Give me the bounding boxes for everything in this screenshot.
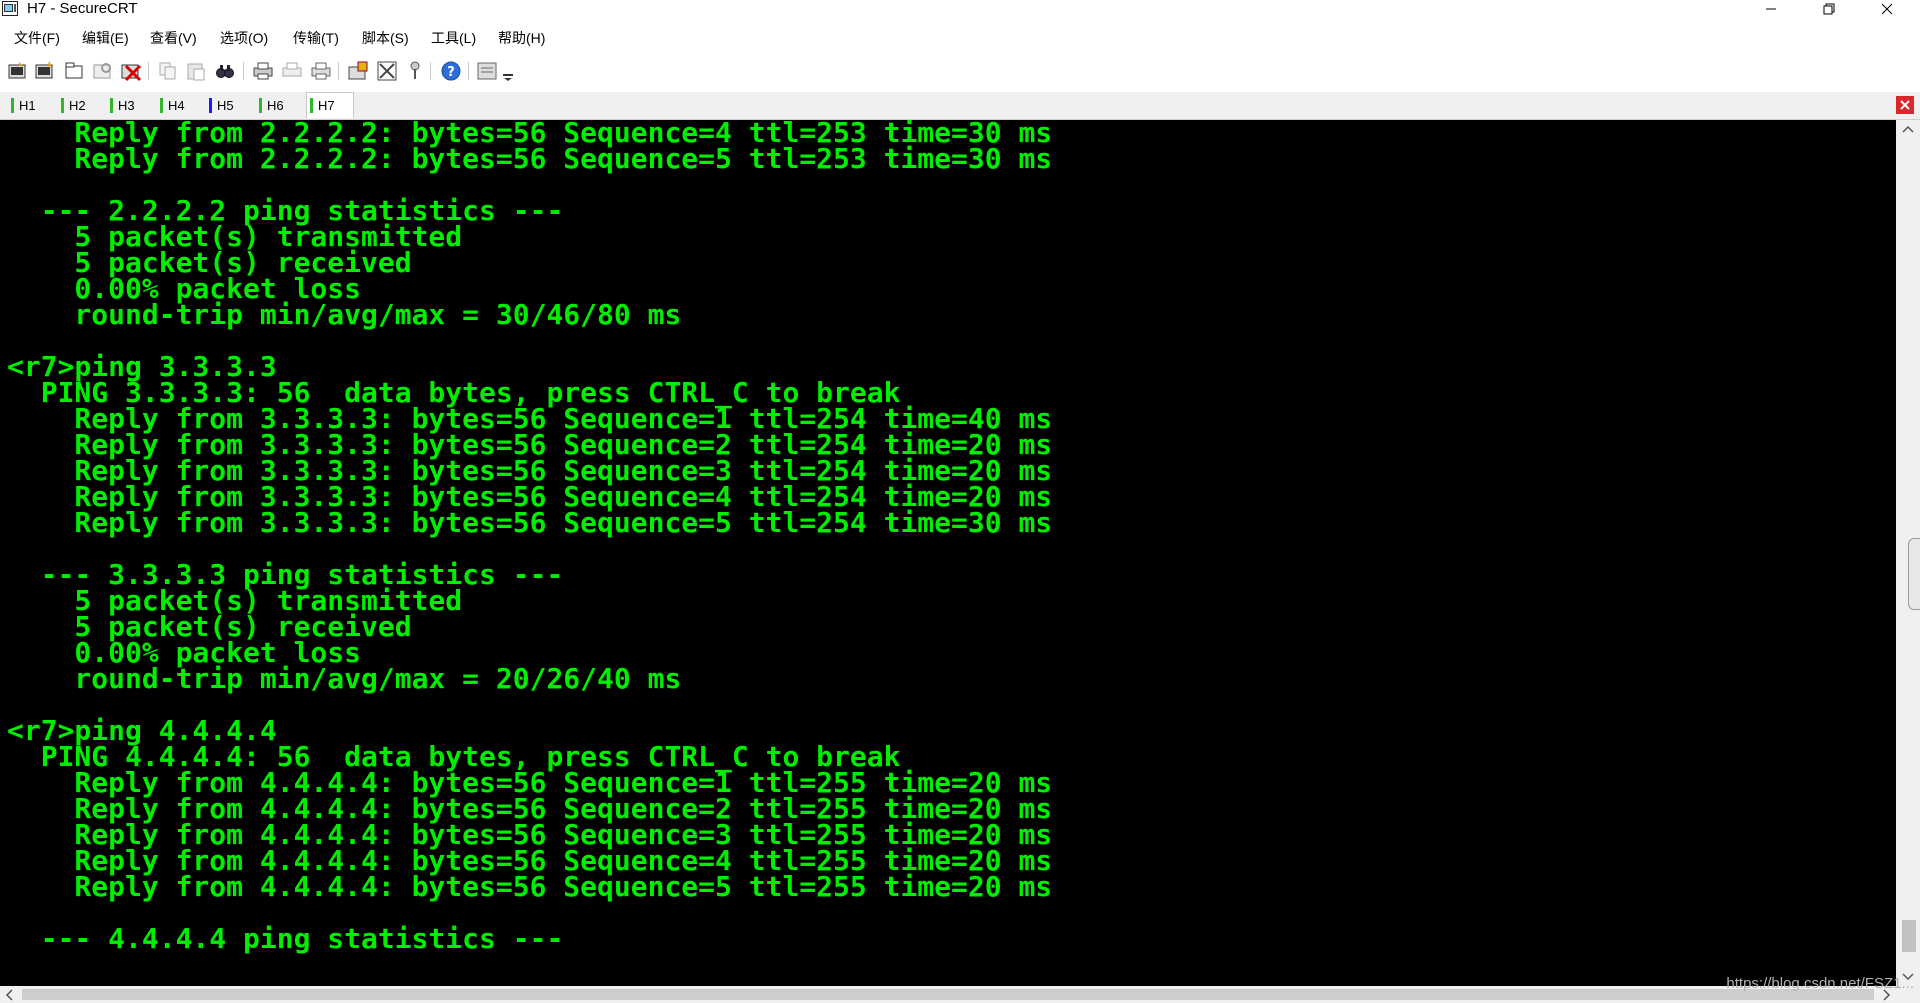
tab-h2[interactable]: H2 <box>58 94 100 116</box>
terminal-output[interactable]: Reply from 2.2.2.2: bytes=56 Sequence=4 … <box>0 120 1896 986</box>
menu-options[interactable]: 选项(O) <box>220 28 268 48</box>
tab-status-indicator <box>259 97 262 113</box>
horizontal-scroll-thumb[interactable] <box>22 989 1874 1000</box>
title-bar: H7 - SecureCRT <box>0 0 1920 18</box>
menu-view[interactable]: 查看(V) <box>150 28 197 48</box>
toolbar-separator <box>338 62 339 80</box>
menu-script[interactable]: 脚本(S) <box>362 28 409 48</box>
find-icon[interactable] <box>214 60 236 82</box>
tab-label: H2 <box>69 97 86 113</box>
vertical-scrollbar[interactable] <box>1896 120 1920 986</box>
minimize-button[interactable] <box>1748 0 1794 18</box>
securecrt-app-icon <box>2 1 18 16</box>
tab-h4[interactable]: H4 <box>157 94 199 116</box>
print-selection-icon[interactable] <box>281 60 303 82</box>
connect-in-tab-icon[interactable] <box>63 60 85 82</box>
close-tab-button[interactable] <box>1896 96 1914 114</box>
disconnect-icon[interactable] <box>120 60 142 82</box>
menu-file[interactable]: 文件(F) <box>14 28 60 48</box>
svg-text:?: ? <box>447 65 455 80</box>
menu-edit[interactable]: 编辑(E) <box>82 28 129 48</box>
terminal-line: --- 4.4.4.4 ping statistics --- <box>7 922 564 955</box>
tab-label: H5 <box>217 97 234 113</box>
terminal-line: Reply from 2.2.2.2: bytes=56 Sequence=5 … <box>7 142 1053 175</box>
scroll-marker-handle[interactable] <box>1908 538 1920 610</box>
terminal-line: Reply from 3.3.3.3: bytes=56 Sequence=5 … <box>7 506 1053 539</box>
toolbar-overflow-icon[interactable] <box>502 60 514 82</box>
global-options-icon[interactable] <box>376 60 398 82</box>
menu-help[interactable]: 帮助(H) <box>498 28 545 48</box>
close-window-button[interactable] <box>1864 0 1910 18</box>
toolbar-separator <box>468 62 469 80</box>
tab-h5[interactable]: H5 <box>206 94 248 116</box>
tab-label: H7 <box>318 98 335 113</box>
terminal-line: round-trip min/avg/max = 20/26/40 ms <box>7 662 682 695</box>
horizontal-scrollbar[interactable] <box>0 986 1896 1003</box>
tab-h3[interactable]: H3 <box>107 94 149 116</box>
sftp-icon[interactable] <box>476 60 498 82</box>
tab-status-indicator <box>310 98 313 113</box>
vertical-scroll-thumb[interactable] <box>1902 920 1916 952</box>
help-icon[interactable]: ? <box>440 60 462 82</box>
tab-label: H6 <box>267 97 284 113</box>
menu-bar: 文件(F) 编辑(E) 查看(V) 选项(O) 传输(T) 脚本(S) 工具(L… <box>0 26 1920 52</box>
tab-status-indicator <box>11 97 14 113</box>
copy-icon[interactable] <box>157 60 179 82</box>
paste-icon[interactable] <box>185 60 207 82</box>
menu-transfer[interactable]: 传输(T) <box>293 28 339 48</box>
quick-connect-icon[interactable] <box>34 60 56 82</box>
window-title: H7 - SecureCRT <box>27 0 138 17</box>
tab-label: H4 <box>168 97 185 113</box>
print-screen-icon[interactable] <box>310 60 332 82</box>
tab-label: H1 <box>19 97 36 113</box>
tab-h1[interactable]: H1 <box>8 94 50 116</box>
toolbar: ? <box>0 58 1920 86</box>
restore-button[interactable] <box>1806 0 1852 18</box>
toolbar-separator <box>243 62 244 80</box>
toolbar-separator <box>430 62 431 80</box>
tab-status-indicator <box>61 97 64 113</box>
scroll-left-arrow-icon[interactable] <box>0 986 18 1003</box>
tab-h7[interactable]: H7 <box>306 92 354 118</box>
connect-icon[interactable] <box>7 60 29 82</box>
terminal-line: Reply from 4.4.4.4: bytes=56 Sequence=5 … <box>7 870 1053 903</box>
reconnect-icon[interactable] <box>92 60 114 82</box>
tab-status-indicator <box>209 97 212 113</box>
terminal-line: round-trip min/avg/max = 30/46/80 ms <box>7 298 682 331</box>
session-options-icon[interactable] <box>347 60 369 82</box>
session-tab-strip: H1 H2 H3 H4 H5 H6 H7 <box>0 92 1920 120</box>
tab-h6[interactable]: H6 <box>256 94 298 116</box>
keymap-icon[interactable] <box>404 60 426 82</box>
scroll-up-arrow-icon[interactable] <box>1896 120 1920 138</box>
tab-status-indicator <box>160 97 163 113</box>
tab-label: H3 <box>118 97 135 113</box>
print-icon[interactable] <box>252 60 274 82</box>
menu-tools[interactable]: 工具(L) <box>431 28 476 48</box>
tab-status-indicator <box>110 97 113 113</box>
watermark-text: https://blog.csdn.net/FSZ1... <box>1726 975 1914 992</box>
toolbar-separator <box>148 62 149 80</box>
